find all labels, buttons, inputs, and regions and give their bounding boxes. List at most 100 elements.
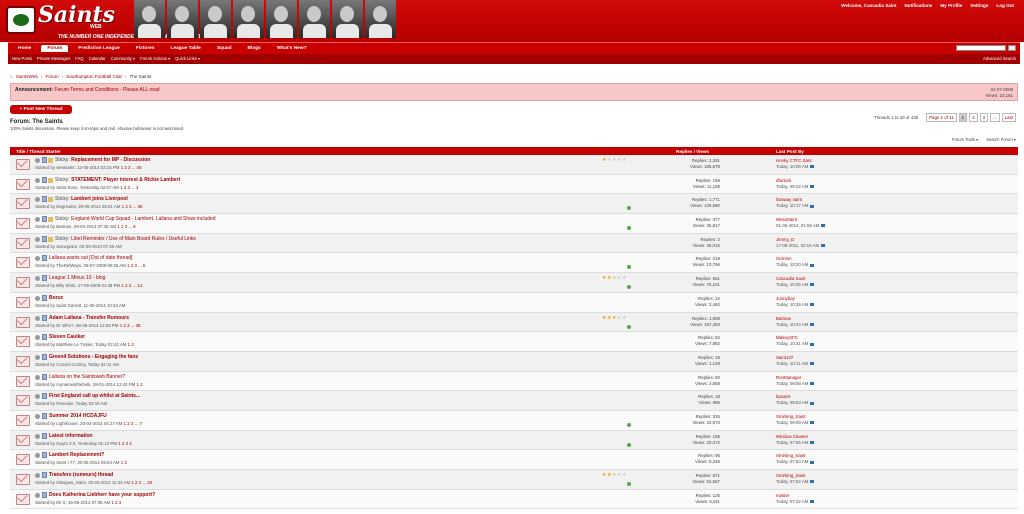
thread-page-links[interactable]: 1 2: [128, 342, 134, 347]
thread-status-icon[interactable]: [16, 493, 30, 505]
thread-status-icon[interactable]: [16, 296, 30, 308]
go-to-last-post-icon[interactable]: [810, 480, 815, 484]
go-to-last-post-icon[interactable]: [810, 440, 815, 444]
thread-title-link[interactable]: Does Katherina Liebherr have your suppor…: [49, 492, 155, 498]
thread-row[interactable]: Lallana wants out [Out of date thread] St…: [10, 253, 1018, 274]
thread-status-icon[interactable]: [16, 434, 30, 446]
thread-title-link[interactable]: Green4 Solutions - Engaging the fans: [49, 354, 138, 360]
forum-tool-menu[interactable]: Search Forum ▾: [986, 137, 1016, 142]
thread-status-icon[interactable]: [16, 375, 30, 387]
advanced-search-link[interactable]: Advanced Search: [983, 56, 1016, 61]
thread-title[interactable]: Lallana on the Saintsweb Banner?: [49, 374, 125, 380]
last-post-user[interactable]: faraway saint: [776, 197, 802, 202]
thread-page-links[interactable]: 1 2 3 ... 7: [124, 421, 142, 426]
thread-title-link[interactable]: Libel Reminder / Use of Main Board Rules…: [71, 236, 196, 242]
thread-page-links[interactable]: 1 2: [121, 460, 127, 465]
thread-title[interactable]: Green4 Solutions - Engaging the fans: [49, 354, 138, 360]
announcement-bar[interactable]: Announcement: Forum Terms and Conditions…: [10, 83, 1018, 101]
go-to-last-post-icon[interactable]: [810, 500, 815, 504]
go-to-last-post-icon[interactable]: [810, 263, 815, 267]
go-to-last-post-icon[interactable]: [810, 204, 815, 208]
thread-title[interactable]: League 1 Minus 10 - blog: [49, 275, 105, 281]
thread-page-links[interactable]: 1 2 3 ... 5: [127, 263, 145, 268]
thread-row[interactable]: Sticky: Replacement for MP - Discussion S…: [10, 155, 1018, 175]
page-link[interactable]: ...: [990, 113, 1000, 122]
last-post-user[interactable]: Jonnyboy: [776, 296, 795, 301]
thread-title[interactable]: Lambert Replacement?: [49, 452, 104, 458]
page-link[interactable]: 3: [979, 113, 989, 122]
thread-title-link[interactable]: League 1 Minus 10 - blog: [49, 275, 105, 281]
last-post-user[interactable]: BlakeySFC: [776, 335, 798, 340]
thread-status-icon[interactable]: [16, 218, 30, 230]
thread-starter-text[interactable]: Started by Convict Colony, Today 02:11 A…: [35, 362, 119, 367]
user-link[interactable]: Settings: [970, 3, 988, 8]
last-post-user[interactable]: Cascadia Saint: [776, 276, 806, 281]
nav-tab-prediction-league[interactable]: Prediction League: [72, 45, 126, 52]
thread-title-link[interactable]: Replacement for MP - Discussion: [71, 157, 150, 163]
thread-title-link[interactable]: Summer 2014 HCDAJFU: [49, 413, 107, 419]
sub-nav-link[interactable]: Forum Actions ▾: [140, 56, 170, 61]
post-new-thread-button[interactable]: + Post New Thread: [10, 105, 72, 114]
go-to-last-post-icon[interactable]: [821, 244, 826, 248]
sub-nav-link[interactable]: Community ▾: [111, 56, 135, 61]
page-link[interactable]: 2: [969, 113, 978, 122]
thread-status-icon[interactable]: [16, 414, 30, 426]
thread-page-links[interactable]: 1 2 3 ... 14: [121, 283, 142, 288]
thread-row[interactable]: Transfers (rumours) thread Started by Gla…: [10, 470, 1018, 490]
last-post-user[interactable]: RonManager: [776, 375, 801, 380]
breadcrumb-item[interactable]: Southampton Football Club: [66, 74, 122, 79]
thread-status-icon[interactable]: [16, 277, 30, 289]
last-post-user[interactable]: Batman: [776, 316, 791, 321]
thread-page-links[interactable]: 1 2 3 ... 40: [121, 165, 142, 170]
thread-row[interactable]: League 1 Minus 10 - blog Started by Billy…: [10, 273, 1018, 293]
last-post-user[interactable]: Smirking_Saint: [776, 414, 806, 419]
search-button[interactable]: [1008, 45, 1016, 51]
thread-page-links[interactable]: 1 2 3: [111, 500, 121, 505]
go-to-last-post-icon[interactable]: [810, 460, 815, 464]
thread-title-link[interactable]: Steven Caulker: [49, 334, 85, 340]
thread-title-link[interactable]: Lallana wants out [Out of date thread]: [49, 255, 132, 261]
thread-row[interactable]: Summer 2014 HCDAJFU Started by Lighthouse…: [10, 410, 1018, 431]
user-link[interactable]: Notifications: [904, 3, 932, 8]
thread-title-link[interactable]: England World Cup Squad - Lambert, Lalla…: [71, 216, 215, 222]
thread-page-links[interactable]: 1 2 3 ... 36: [122, 204, 143, 209]
last-post-user[interactable]: Jimmy_D: [776, 237, 794, 242]
thread-starter-text[interactable]: Started by mynameisthehulk, 28-01-2014 1…: [35, 382, 135, 387]
announcement-link[interactable]: Forum Terms and Conditions - Please ALL …: [54, 87, 159, 93]
nav-tab-league-table[interactable]: League Table: [165, 45, 207, 52]
thread-title-link[interactable]: STATEMENT: Player interest & Rickie Lamb…: [71, 177, 180, 183]
go-to-last-post-icon[interactable]: [810, 185, 815, 189]
breadcrumb-item[interactable]: The Saints: [129, 74, 151, 79]
thread-row[interactable]: Lambert Replacement? Started by Saint I 7…: [10, 450, 1018, 470]
thread-status-icon[interactable]: [16, 316, 30, 328]
thread-row[interactable]: Steven Caulker Started by Matthew Le Tiss…: [10, 332, 1018, 352]
thread-page-links[interactable]: 1 2 3 ... 20: [131, 480, 152, 485]
thread-title-link[interactable]: Lallana on the Saintsweb Banner?: [49, 374, 125, 380]
user-link[interactable]: Welcome, Cascadia Saint: [841, 3, 896, 8]
go-to-last-post-icon[interactable]: [810, 165, 815, 169]
thread-starter-text[interactable]: Started by IksgrSaint, 29-05-2014 09:21 …: [35, 204, 120, 209]
last-post-user[interactable]: master: [776, 493, 789, 498]
sub-nav-link[interactable]: Calendar: [89, 56, 106, 61]
thread-starter-text[interactable]: Started by stonegrant, 02-09-2010 07:46 …: [35, 244, 122, 249]
thread-status-icon[interactable]: [16, 454, 30, 466]
go-to-last-post-icon[interactable]: [810, 322, 815, 326]
thread-starter-text[interactable]: Started by Glasgow_Saint, 20-03-2014 11:…: [35, 480, 130, 485]
thread-title[interactable]: Boruc: [49, 295, 63, 301]
thread-starter-text[interactable]: Started by Lighthouse, 20-04-2014 04:17 …: [35, 421, 122, 426]
thread-status-icon[interactable]: [16, 257, 30, 269]
thread-title[interactable]: Sticky: STATEMENT: Player interest & Ric…: [55, 177, 180, 183]
thread-starter-text[interactable]: Started by Batman, 29-04-2014 07:35 AM: [35, 224, 116, 229]
page-link[interactable]: 1: [958, 113, 968, 122]
announcement-text[interactable]: Announcement: Forum Terms and Conditions…: [15, 87, 160, 93]
nav-tab-what-s-new-[interactable]: What's New?: [271, 45, 313, 52]
breadcrumb-item[interactable]: Forum: [45, 74, 58, 79]
thread-title-link[interactable]: Latest information: [49, 433, 93, 439]
thread-title-link[interactable]: Boruc: [49, 295, 63, 301]
thread-row[interactable]: Sticky: Lambert joins Liverpool Started b…: [10, 194, 1018, 215]
thread-status-icon[interactable]: [16, 474, 30, 485]
thread-status-icon[interactable]: [16, 336, 30, 348]
thread-starter-text[interactable]: Started by Mr X, 15-05-2014 07:38 AM: [35, 500, 110, 505]
thread-title[interactable]: Summer 2014 HCDAJFU: [49, 413, 107, 419]
thread-status-icon[interactable]: [16, 159, 30, 170]
